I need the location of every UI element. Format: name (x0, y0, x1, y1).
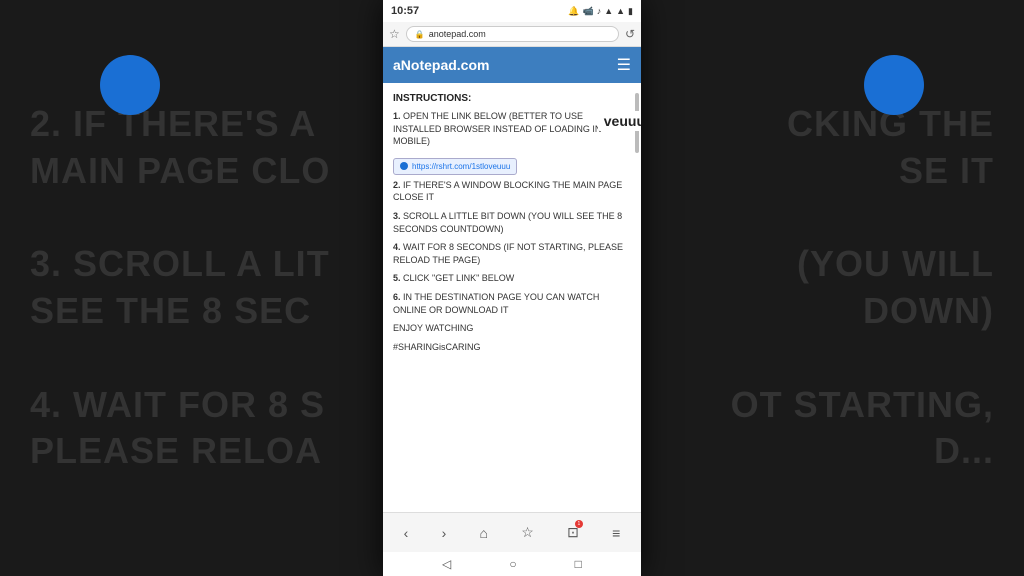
bookmark-button[interactable]: ☆ (521, 524, 534, 541)
enjoy-text: ENJOY WATCHING (393, 322, 631, 335)
instruction-4: 4. WAIT FOR 8 SECONDS (IF NOT STARTING, … (393, 241, 631, 266)
bottom-nav: ‹ › ⌂ ☆ ⊡ 1 ≡ (383, 512, 641, 552)
battery-icon: ▮ (628, 6, 633, 17)
instruction-6: 6. IN THE DESTINATION PAGE YOU CAN WATCH… (393, 291, 631, 316)
instruction-2: 2. IF THERE'S A WINDOW BLOCKING THE MAIN… (393, 179, 631, 204)
android-home[interactable]: ○ (509, 557, 516, 571)
lock-icon: 🔒 (415, 30, 425, 39)
menu-button[interactable]: ≡ (612, 525, 620, 541)
home-button[interactable]: ⌂ (480, 525, 488, 541)
music-icon: ♪ (597, 6, 602, 16)
bg-left-text: 2. IF THERE'S A MAIN PAGE CLO 3. SCROLL … (30, 101, 330, 475)
notification-icon: 🔔 (568, 6, 579, 17)
phone-frame: 10:57 🔔 📹 ♪ ▲ ▲ ▮ ☆ 🔒 anotepad.com ↺ aNo… (383, 0, 641, 576)
wifi-icon: ▲ (616, 6, 625, 16)
blue-circle-right (864, 55, 924, 115)
tabs-badge: 1 (575, 520, 583, 528)
floating-text: veuuu (598, 111, 641, 131)
back-button[interactable]: ‹ (404, 525, 409, 541)
instructions-header: INSTRUCTIONS: (393, 93, 631, 104)
tabs-button[interactable]: ⊡ 1 (567, 524, 579, 542)
video-icon: 📹 (582, 6, 593, 17)
status-time: 10:57 (391, 5, 419, 17)
instruction-3: 3. SCROLL A LITTLE BIT DOWN (YOU WILL SE… (393, 210, 631, 235)
url-bar[interactable]: 🔒 anotepad.com (406, 26, 619, 42)
link-dot (400, 162, 408, 170)
forward-button[interactable]: › (442, 525, 447, 541)
blue-circle-left (100, 55, 160, 115)
reload-icon[interactable]: ↺ (625, 27, 635, 41)
app-bar-title: aNotepad.com (393, 57, 489, 73)
instruction-5: 5. CLICK "GET LINK" BELOW (393, 272, 631, 285)
signal-icon: ▲ (604, 6, 613, 16)
sharing-text: #SHARINGisCARING (393, 341, 631, 354)
bg-right-text: CKING THE SE IT (YOU WILL DOWN) OT START… (731, 101, 994, 475)
link-box[interactable]: https://rshrt.com/1stloveuuu (393, 158, 517, 175)
bg-left-panel: 2. IF THERE'S A MAIN PAGE CLO 3. SCROLL … (0, 0, 383, 576)
bg-right-panel: CKING THE SE IT (YOU WILL DOWN) OT START… (639, 0, 1024, 576)
android-back[interactable]: ◁ (442, 557, 451, 571)
android-recents[interactable]: □ (575, 557, 582, 571)
bookmark-icon[interactable]: ☆ (389, 27, 400, 41)
browser-chrome: ☆ 🔒 anotepad.com ↺ (383, 22, 641, 47)
link-text: https://rshrt.com/1stloveuuu (412, 162, 510, 171)
url-text: anotepad.com (429, 29, 486, 39)
instruction-1: 1. OPEN THE LINK BELOW (BETTER TO USE IN… (393, 110, 631, 148)
android-nav: ◁ ○ □ (383, 552, 641, 576)
status-bar: 10:57 🔔 📹 ♪ ▲ ▲ ▮ (383, 0, 641, 22)
browser-nav-row: ☆ 🔒 anotepad.com ↺ (389, 26, 635, 42)
hamburger-menu[interactable]: ☰ (617, 55, 631, 75)
status-icons: 🔔 📹 ♪ ▲ ▲ ▮ (568, 6, 633, 17)
app-bar: aNotepad.com ☰ (383, 47, 641, 83)
content-area: INSTRUCTIONS: 1. OPEN THE LINK BELOW (BE… (383, 83, 641, 512)
